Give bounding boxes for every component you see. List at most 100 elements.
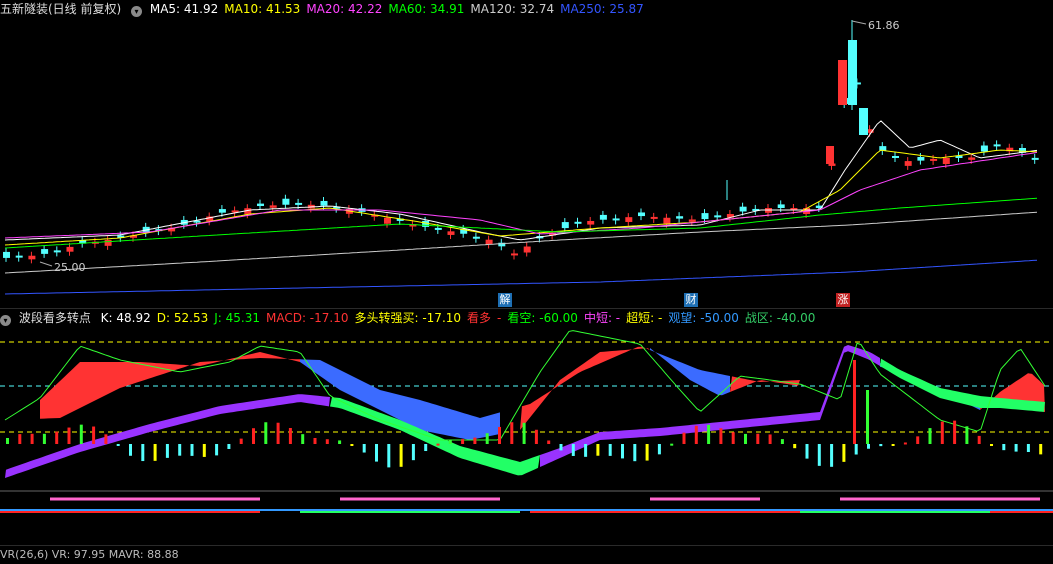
- histogram-bar: [67, 427, 71, 444]
- histogram-bar: [805, 444, 809, 459]
- candle-body: [269, 205, 277, 208]
- histogram-bar: [129, 444, 132, 456]
- candle-body: [701, 213, 709, 220]
- candle-body: [993, 144, 1001, 147]
- candle-body: [282, 198, 290, 205]
- histogram-bar: [178, 444, 182, 456]
- candle-body: [218, 209, 226, 213]
- candle-body: [826, 146, 834, 164]
- histogram-bar: [879, 444, 883, 447]
- histogram-bar: [621, 444, 624, 459]
- histogram-bar: [362, 444, 366, 453]
- histogram-bar: [559, 444, 563, 451]
- candle-body: [574, 221, 582, 224]
- candle-body: [777, 204, 785, 208]
- candle-body: [848, 40, 857, 105]
- slow-band-up: [540, 345, 880, 467]
- histogram-bar: [55, 431, 59, 444]
- fast-band-up: [730, 376, 800, 392]
- histogram-bar: [928, 428, 932, 444]
- histogram-bar: [116, 444, 120, 446]
- histogram-bar: [596, 444, 600, 456]
- low-leader: [39, 261, 53, 267]
- indicator-value-11: 战区: -40.00: [744, 311, 816, 325]
- histogram-bar: [768, 434, 772, 444]
- candle-body: [917, 157, 925, 161]
- histogram-bar: [682, 432, 686, 444]
- histogram-bar: [670, 443, 674, 446]
- candle-body: [638, 212, 645, 217]
- histogram-bar: [18, 434, 22, 444]
- high-leader: [851, 20, 867, 25]
- slow-band-down: [880, 358, 1045, 412]
- candle-body: [663, 217, 671, 224]
- histogram-bar: [92, 426, 96, 444]
- histogram-bar: [719, 428, 723, 444]
- histogram-bar: [534, 429, 538, 444]
- histogram-bar: [830, 444, 834, 467]
- histogram-bar: [301, 434, 305, 444]
- ma20-line: [4, 151, 1038, 239]
- candle-body: [257, 203, 264, 206]
- candle-body: [892, 156, 899, 158]
- histogram-bar: [571, 444, 575, 456]
- histogram-bar: [276, 422, 280, 444]
- histogram-bar: [522, 422, 526, 444]
- indicator-value-0: K: 48.92: [100, 311, 151, 325]
- j-line: [4, 330, 1046, 441]
- histogram-bar: [79, 424, 83, 444]
- indicator-name[interactable]: 波段看多转点: [19, 311, 91, 325]
- candle-body: [942, 158, 950, 164]
- histogram-bar: [30, 433, 34, 444]
- histogram-bar: [313, 437, 317, 444]
- histogram-bar: [916, 436, 920, 444]
- histogram-bar: [264, 422, 268, 444]
- candle-body: [320, 200, 328, 206]
- fast-band-up: [980, 373, 1045, 412]
- candle-body: [968, 157, 976, 160]
- candle-body: [472, 236, 480, 239]
- histogram-bar: [498, 426, 501, 444]
- histogram-bar: [707, 424, 711, 444]
- histogram-bar: [424, 444, 428, 452]
- histogram-bar: [547, 440, 551, 444]
- fast-band-up: [40, 362, 140, 419]
- ma250-line: [4, 259, 1038, 295]
- histogram-bar: [190, 444, 194, 456]
- vr-indicator-header: VR(26,6) VR: 97.95 MAVR: 88.88: [0, 546, 185, 564]
- candle-body: [859, 108, 868, 135]
- histogram-bar: [473, 437, 477, 444]
- candlestick-chart[interactable]: 61.86 25.00: [0, 0, 1053, 308]
- histogram-bar: [252, 428, 255, 444]
- candle-body: [676, 216, 684, 219]
- histogram-bar: [793, 444, 797, 449]
- candle-body: [3, 251, 10, 258]
- indicator-value-7: 看空: -60.00: [507, 311, 578, 325]
- candle-body: [739, 206, 747, 212]
- histogram-bar: [645, 444, 649, 461]
- candle-body: [838, 60, 847, 105]
- histogram-bar: [461, 439, 465, 444]
- histogram-bar: [1026, 444, 1030, 453]
- histogram-bar: [202, 444, 206, 457]
- settings-circle-icon[interactable]: ▾: [0, 315, 11, 326]
- histogram-bar: [227, 444, 231, 449]
- indicator-value-2: J: 45.31: [214, 311, 260, 325]
- histogram-bar: [977, 435, 981, 444]
- event-marker-2[interactable]: 涨: [836, 293, 850, 307]
- candle-body: [485, 239, 493, 245]
- histogram-bar: [239, 438, 243, 444]
- histogram-bar: [165, 444, 169, 458]
- event-marker-1[interactable]: 财: [684, 293, 698, 307]
- histogram-bar: [375, 444, 378, 462]
- candle-body: [904, 161, 912, 166]
- histogram-bar: [288, 428, 292, 444]
- histogram-bar: [399, 444, 403, 467]
- candle-body: [384, 217, 391, 224]
- fast-band-up: [520, 346, 650, 430]
- indicator-value-8: 中短: -: [583, 311, 621, 325]
- candle-body: [612, 218, 620, 221]
- indicator-value-5: 看多: [467, 311, 492, 325]
- candle-body: [1031, 157, 1039, 160]
- event-marker-0[interactable]: 解: [498, 293, 512, 307]
